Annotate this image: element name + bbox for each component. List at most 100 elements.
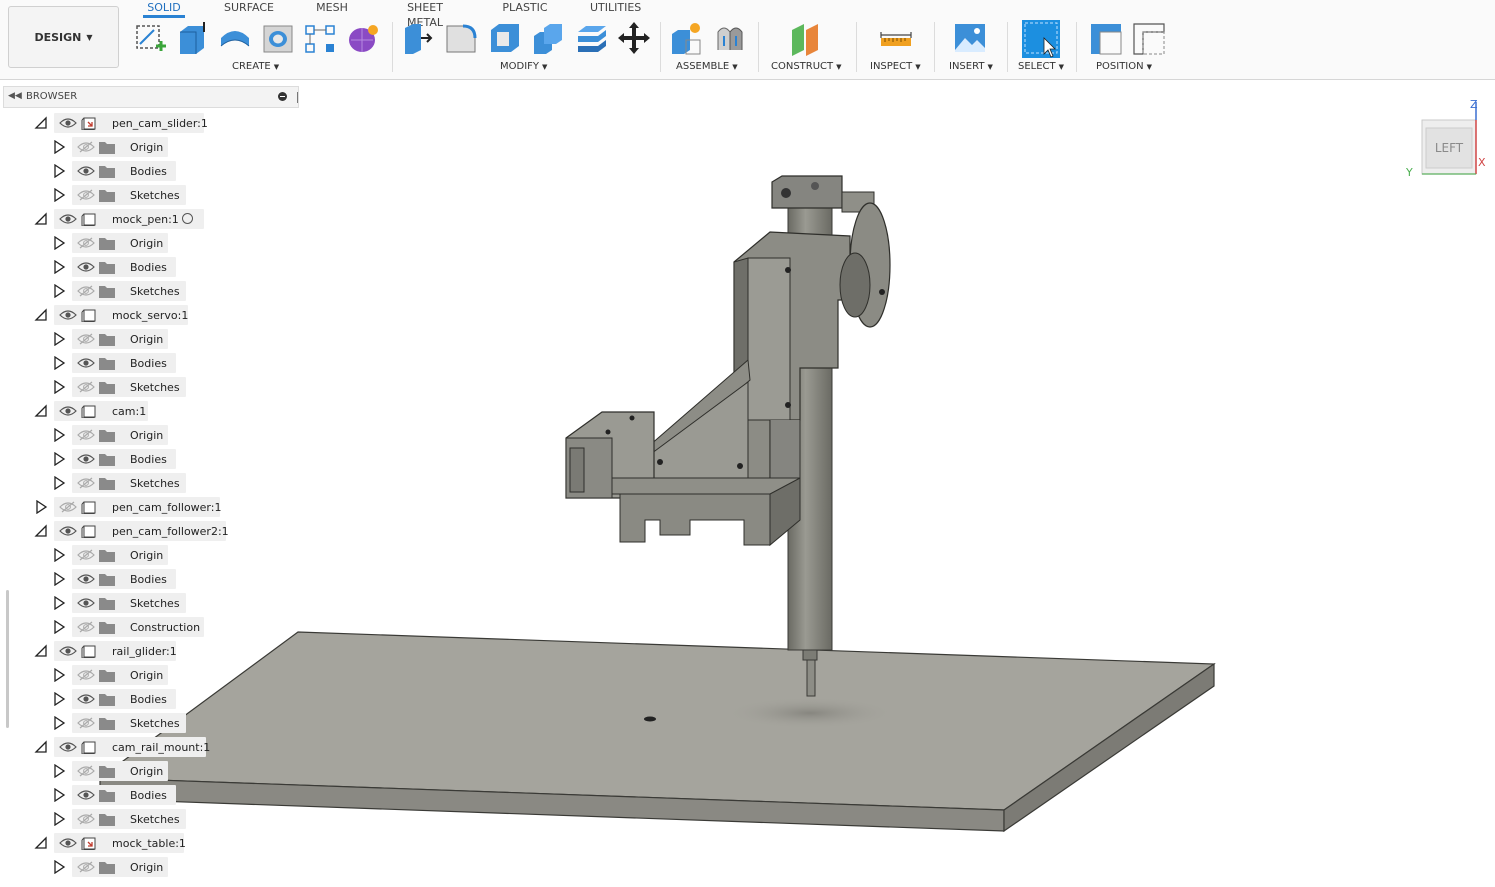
eye-icon[interactable] xyxy=(77,789,95,801)
folder-row[interactable]: Construction xyxy=(0,617,300,637)
eye-hidden-icon[interactable] xyxy=(77,717,95,729)
folder-row[interactable]: Bodies xyxy=(0,257,300,277)
folder-row[interactable]: Bodies xyxy=(0,785,300,805)
folder-chip[interactable]: Sketches xyxy=(72,281,186,301)
select-menu[interactable]: SELECT ▼ xyxy=(1018,61,1064,72)
eye-icon[interactable] xyxy=(59,525,77,537)
folder-row[interactable]: Bodies xyxy=(0,353,300,373)
component-chip[interactable]: rail_glider:1 xyxy=(54,641,177,661)
expand-triangle-icon[interactable] xyxy=(52,355,66,371)
folder-chip[interactable]: Sketches xyxy=(72,185,186,205)
revert-position-button[interactable] xyxy=(1131,20,1167,56)
eye-hidden-icon[interactable] xyxy=(77,429,95,441)
expand-triangle-icon[interactable] xyxy=(52,619,66,635)
folder-row[interactable]: Origin xyxy=(0,137,300,157)
insert-image-button[interactable] xyxy=(952,20,988,56)
create-sketch-button[interactable] xyxy=(132,20,168,56)
component-row[interactable]: mock_pen:1 xyxy=(0,209,300,229)
folder-chip[interactable]: Bodies xyxy=(72,353,176,373)
folder-row[interactable]: Bodies xyxy=(0,569,300,589)
component-row[interactable]: pen_cam_slider:1 xyxy=(0,113,300,133)
modify-menu[interactable]: MODIFY ▼ xyxy=(500,61,547,72)
component-chip[interactable]: mock_servo:1 xyxy=(54,305,188,325)
folder-chip[interactable]: Sketches xyxy=(72,473,186,493)
construct-menu[interactable]: CONSTRUCT ▼ xyxy=(771,61,842,72)
eye-icon[interactable] xyxy=(59,309,77,321)
expand-triangle-icon[interactable] xyxy=(52,331,66,347)
folder-chip[interactable]: Sketches xyxy=(72,809,186,829)
position-menu[interactable]: POSITION ▼ xyxy=(1096,61,1152,72)
component-chip[interactable]: mock_table:1 xyxy=(54,833,186,853)
folder-row[interactable]: Sketches xyxy=(0,473,300,493)
assemble-menu[interactable]: ASSEMBLE ▼ xyxy=(676,61,738,72)
collapse-triangle-icon[interactable] xyxy=(34,740,48,754)
move-button[interactable] xyxy=(616,20,652,56)
eye-icon[interactable] xyxy=(59,741,77,753)
folder-chip[interactable]: Origin xyxy=(72,665,168,685)
expand-triangle-icon[interactable] xyxy=(52,259,66,275)
folder-chip[interactable]: Origin xyxy=(72,137,168,157)
component-chip[interactable]: pen_cam_slider:1 xyxy=(54,113,208,133)
expand-triangle-icon[interactable] xyxy=(52,163,66,179)
component-row[interactable]: mock_table:1 xyxy=(0,833,300,853)
eye-icon[interactable] xyxy=(77,357,95,369)
folder-row[interactable]: Sketches xyxy=(0,377,300,397)
folder-row[interactable]: Origin xyxy=(0,233,300,253)
expand-triangle-icon[interactable] xyxy=(52,763,66,779)
component-chip[interactable]: pen_cam_follower2:1 xyxy=(54,521,229,541)
pattern-button[interactable] xyxy=(302,20,338,56)
eye-icon[interactable] xyxy=(77,261,95,273)
eye-hidden-icon[interactable] xyxy=(77,621,95,633)
eye-icon[interactable] xyxy=(77,573,95,585)
expand-triangle-icon[interactable] xyxy=(52,691,66,707)
expand-triangle-icon[interactable] xyxy=(52,811,66,827)
eye-icon[interactable] xyxy=(59,117,77,129)
shell-button[interactable] xyxy=(487,20,523,56)
expand-triangle-icon[interactable] xyxy=(52,451,66,467)
collapse-triangle-icon[interactable] xyxy=(34,524,48,538)
eye-icon[interactable] xyxy=(59,645,77,657)
tab-solid[interactable]: SOLID xyxy=(143,0,185,18)
eye-hidden-icon[interactable] xyxy=(77,669,95,681)
expand-triangle-icon[interactable] xyxy=(52,571,66,587)
minimize-icon[interactable] xyxy=(278,92,287,101)
expand-triangle-icon[interactable] xyxy=(34,499,48,515)
folder-row[interactable]: Bodies xyxy=(0,161,300,181)
component-chip[interactable]: cam:1 xyxy=(54,401,148,421)
eye-icon[interactable] xyxy=(77,453,95,465)
component-row[interactable]: cam:1 xyxy=(0,401,300,421)
folder-row[interactable]: Origin xyxy=(0,761,300,781)
insert-menu[interactable]: INSERT ▼ xyxy=(949,61,993,72)
folder-row[interactable]: Origin xyxy=(0,665,300,685)
eye-hidden-icon[interactable] xyxy=(77,765,95,777)
inspect-menu[interactable]: INSPECT ▼ xyxy=(870,61,921,72)
create-menu[interactable]: CREATE ▼ xyxy=(232,61,279,72)
folder-chip[interactable]: Origin xyxy=(72,857,168,877)
eye-hidden-icon[interactable] xyxy=(77,333,95,345)
eye-hidden-icon[interactable] xyxy=(77,549,95,561)
eye-hidden-icon[interactable] xyxy=(77,813,95,825)
select-button[interactable] xyxy=(1022,20,1060,58)
eye-hidden-icon[interactable] xyxy=(77,237,95,249)
eye-icon[interactable] xyxy=(77,693,95,705)
collapse-triangle-icon[interactable] xyxy=(34,116,48,130)
expand-triangle-icon[interactable] xyxy=(52,787,66,803)
collapse-triangle-icon[interactable] xyxy=(34,212,48,226)
folder-row[interactable]: Sketches xyxy=(0,809,300,829)
new-component-button[interactable] xyxy=(668,20,704,56)
folder-chip[interactable]: Origin xyxy=(72,329,168,349)
folder-row[interactable]: Bodies xyxy=(0,689,300,709)
panel-grip[interactable] xyxy=(297,92,298,103)
component-row[interactable]: pen_cam_follower2:1 xyxy=(0,521,300,541)
expand-triangle-icon[interactable] xyxy=(52,235,66,251)
eye-icon[interactable] xyxy=(59,405,77,417)
folder-chip[interactable]: Bodies xyxy=(72,569,176,589)
expand-triangle-icon[interactable] xyxy=(52,139,66,155)
collapse-triangle-icon[interactable] xyxy=(34,836,48,850)
expand-triangle-icon[interactable] xyxy=(52,475,66,491)
expand-triangle-icon[interactable] xyxy=(52,187,66,203)
folder-chip[interactable]: Sketches xyxy=(72,713,186,733)
component-chip[interactable]: pen_cam_follower:1 xyxy=(54,497,221,517)
tab-plastic[interactable]: PLASTIC xyxy=(502,0,548,18)
viewcube[interactable]: LEFT Z X Y xyxy=(1400,96,1490,186)
